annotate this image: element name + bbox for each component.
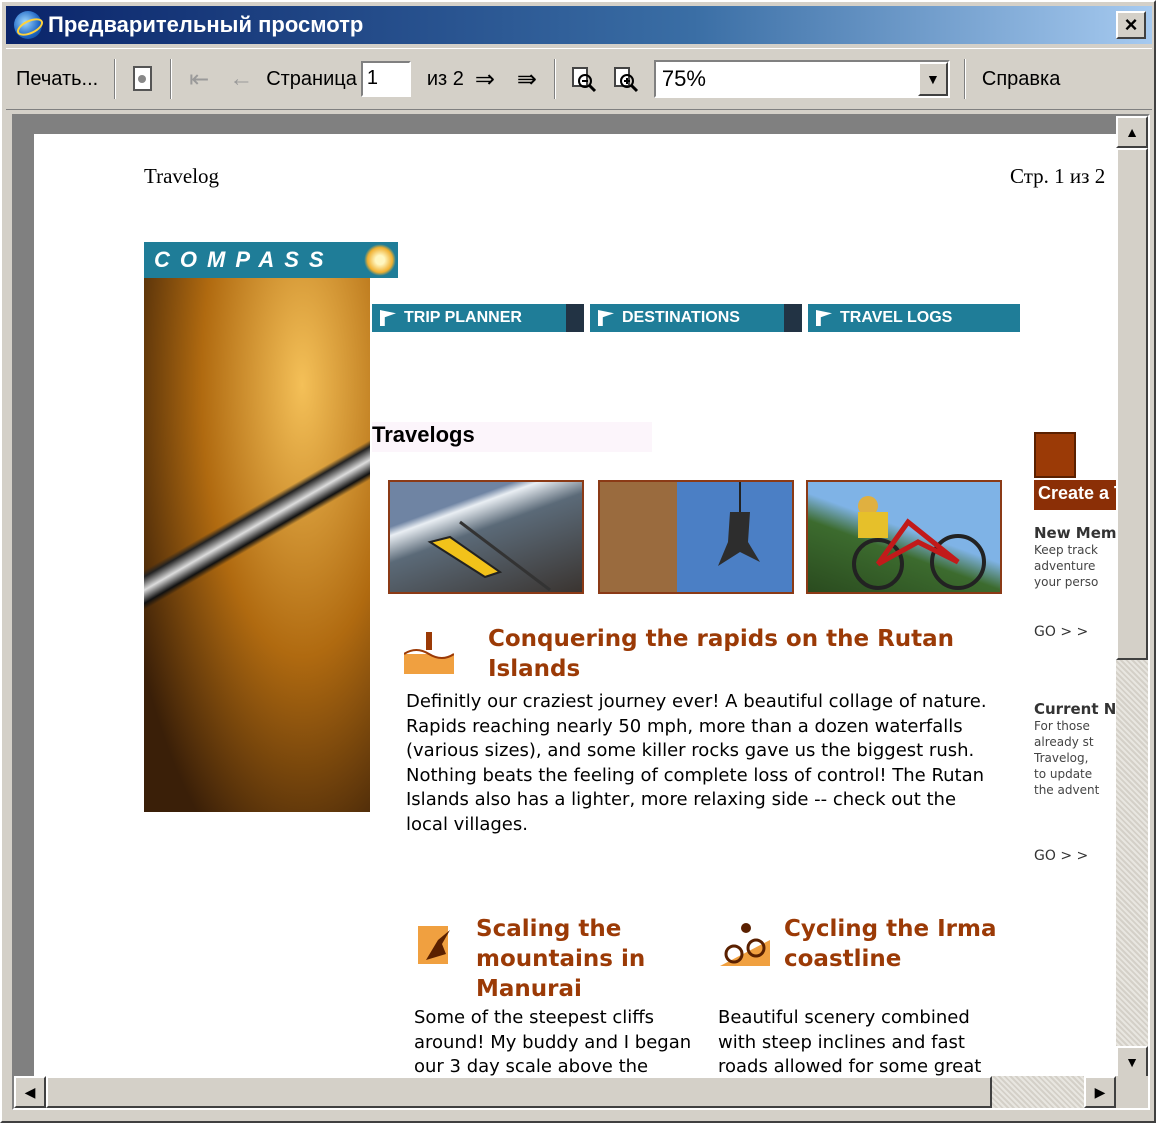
go-link[interactable]: GO > > bbox=[1034, 624, 1118, 640]
article-body: Definitly our craziest journey ever! A b… bbox=[406, 691, 987, 835]
separator bbox=[170, 59, 173, 99]
sidebar-memo: New Mem Keep track adventure your perso bbox=[1034, 524, 1118, 590]
printed-page: Travelog Стр. 1 из 2 COMPASS TRIP PLANNE… bbox=[34, 134, 1120, 1094]
climbing-photo bbox=[598, 480, 794, 594]
ie-icon bbox=[14, 11, 42, 39]
toolbar: Печать... ⇤ ← Страница 1 из 2 ⇒ ⇛ 75% ▼ … bbox=[6, 48, 1152, 110]
memo-line: For those bbox=[1034, 719, 1090, 733]
horizontal-scroll-thumb[interactable] bbox=[46, 1076, 992, 1108]
print-label: Печать... bbox=[16, 67, 99, 90]
compass-icon bbox=[364, 244, 396, 276]
separator bbox=[553, 59, 556, 99]
zoom-out-icon[interactable] bbox=[568, 64, 598, 94]
page-header-right: Стр. 1 из 2 bbox=[1010, 164, 1106, 188]
print-preview-window: Предварительный просмотр × Печать... ⇤ ←… bbox=[0, 0, 1156, 1123]
memo-line: Keep track bbox=[1034, 543, 1099, 557]
page-header-left: Travelog bbox=[144, 164, 220, 188]
last-page-icon[interactable]: ⇛ bbox=[512, 64, 542, 94]
separator bbox=[963, 59, 966, 99]
horizontal-scrollbar[interactable]: ◀ ▶ bbox=[14, 1076, 1116, 1108]
memo-heading: Current N bbox=[1034, 700, 1117, 718]
zoom-select[interactable]: 75% ▼ bbox=[653, 60, 950, 98]
scrollbar-corner bbox=[1116, 1076, 1148, 1108]
print-button[interactable]: Печать... bbox=[6, 59, 108, 99]
close-button[interactable]: × bbox=[1116, 11, 1146, 39]
next-page-icon[interactable]: ⇒ bbox=[470, 64, 500, 94]
vertical-scrollbar[interactable]: ▲ ▼ bbox=[1116, 116, 1148, 1078]
create-travelog-banner[interactable]: Create a T bbox=[1034, 480, 1118, 510]
page-count-label: из 2 bbox=[426, 67, 464, 90]
memo-line: already st bbox=[1034, 735, 1094, 749]
flag-icon bbox=[380, 310, 396, 326]
memo-line: your perso bbox=[1034, 575, 1099, 589]
nav-label: TRIP PLANNER bbox=[404, 309, 522, 326]
scroll-down-icon[interactable]: ▼ bbox=[1116, 1046, 1148, 1078]
nav-destinations[interactable]: DESTINATIONS bbox=[590, 304, 802, 332]
article-title[interactable]: Cycling the Irma coastline bbox=[784, 914, 1004, 974]
nav-trip-planner[interactable]: TRIP PLANNER bbox=[372, 304, 584, 332]
title-bar: Предварительный просмотр × bbox=[6, 6, 1152, 44]
article-title[interactable]: Conquering the rapids on the Rutan Islan… bbox=[488, 624, 1008, 684]
cyclist-icon bbox=[720, 920, 770, 968]
memo-line: Travelog, bbox=[1034, 751, 1089, 765]
chevron-down-icon[interactable]: ▼ bbox=[917, 62, 948, 96]
nav-label: DESTINATIONS bbox=[622, 309, 740, 326]
brand-banner: COMPASS bbox=[144, 242, 398, 278]
page-label: Страница bbox=[266, 67, 357, 90]
first-page-icon[interactable]: ⇤ bbox=[184, 64, 214, 94]
memo-heading: New Mem bbox=[1034, 524, 1117, 542]
rafting-icon bbox=[403, 628, 455, 676]
previous-page-icon[interactable]: ← bbox=[226, 64, 256, 94]
nav-label: TRAVEL LOGS bbox=[840, 309, 953, 326]
memo-line: to update bbox=[1034, 767, 1093, 781]
pen-photo bbox=[144, 278, 370, 812]
scroll-up-icon[interactable]: ▲ bbox=[1116, 116, 1148, 148]
memo-line: the advent bbox=[1034, 783, 1100, 797]
help-button[interactable]: Справка bbox=[972, 59, 1070, 99]
article-title[interactable]: Scaling the mountains in Manurai bbox=[476, 914, 696, 1004]
help-label: Справка bbox=[981, 67, 1061, 90]
cycling-photo bbox=[806, 480, 1002, 594]
page-setup-icon[interactable] bbox=[128, 64, 158, 94]
page-number-input[interactable]: 1 bbox=[360, 61, 411, 97]
window-title: Предварительный просмотр bbox=[48, 12, 364, 37]
climber-icon bbox=[416, 920, 466, 968]
memo-line: adventure bbox=[1034, 559, 1096, 573]
scroll-right-icon[interactable]: ▶ bbox=[1084, 1076, 1116, 1108]
go-link[interactable]: GO > > bbox=[1034, 848, 1118, 864]
flag-icon bbox=[816, 310, 832, 326]
zoom-value: 75% bbox=[661, 66, 706, 91]
separator bbox=[114, 59, 117, 99]
nav-travel-logs[interactable]: TRAVEL LOGS bbox=[808, 304, 1020, 332]
book-icon bbox=[1034, 432, 1076, 478]
vertical-scroll-thumb[interactable] bbox=[1116, 148, 1148, 660]
brand-logo: COMPASS bbox=[154, 247, 334, 272]
preview-viewport: Travelog Стр. 1 из 2 COMPASS TRIP PLANNE… bbox=[12, 114, 1150, 1110]
zoom-in-icon[interactable] bbox=[610, 64, 640, 94]
sidebar-memo: Current N For those already st Travelog,… bbox=[1034, 700, 1118, 798]
scroll-left-icon[interactable]: ◀ bbox=[14, 1076, 46, 1108]
kayak-photo bbox=[388, 480, 584, 594]
flag-icon bbox=[598, 310, 614, 326]
article-body: Beautiful scenery combined with steep in… bbox=[718, 1007, 982, 1077]
section-title: Travelogs bbox=[372, 422, 652, 452]
